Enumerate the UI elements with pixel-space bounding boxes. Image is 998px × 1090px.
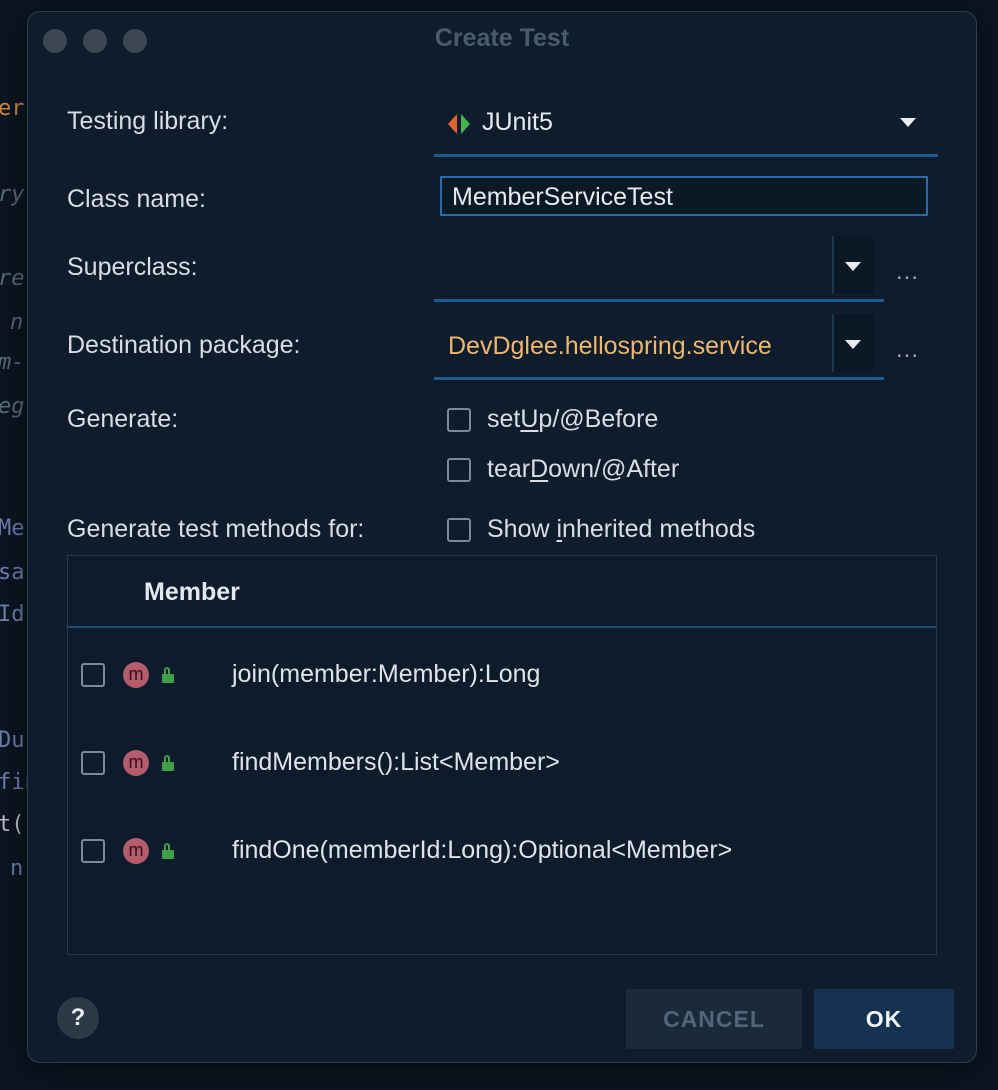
code-fragment: Id	[0, 602, 25, 627]
method-icon: m	[123, 750, 149, 776]
setup-label-part: set	[487, 405, 521, 433]
destination-package-label: Destination package:	[67, 331, 301, 359]
table-header: Member	[68, 556, 936, 628]
dialog-title: Create Test	[434, 24, 570, 52]
code-fragment: t(	[0, 812, 25, 837]
method-icon: m	[123, 838, 149, 864]
table-row[interactable]: m findMembers():List<Member>	[68, 718, 936, 806]
setup-label[interactable]: setUp/@Before	[487, 405, 658, 434]
superclass-combobox[interactable]	[434, 238, 832, 296]
teardown-label-part: tear	[487, 455, 531, 483]
setup-checkbox[interactable]	[447, 408, 471, 432]
testing-library-value: JUnit5	[482, 108, 553, 136]
public-lock-icon	[162, 667, 174, 683]
destination-browse-button[interactable]: ...	[896, 336, 919, 364]
method-signature: findOne(memberId:Long):Optional<Member>	[232, 836, 733, 864]
code-fragment: sa	[0, 560, 25, 585]
help-button[interactable]: ?	[57, 997, 99, 1039]
teardown-label-part: own/@After	[548, 455, 680, 483]
testing-library-label: Testing library:	[67, 107, 229, 135]
junit-icon	[448, 114, 470, 134]
focus-underline	[434, 154, 938, 157]
ok-button[interactable]: OK	[814, 989, 954, 1049]
show-inherited-label[interactable]: Show inherited methods	[487, 515, 755, 544]
method-checkbox[interactable]	[81, 663, 105, 687]
code-fragment: n	[10, 310, 24, 335]
code-fragment: n	[10, 856, 24, 881]
public-lock-icon	[162, 843, 174, 859]
member-table: Member m join(member:Member):Long m find…	[67, 555, 937, 955]
code-fragment: m-	[0, 350, 25, 375]
inherited-label-part: Show	[487, 515, 557, 543]
code-fragment: eg	[0, 394, 25, 419]
destination-dropdown-button[interactable]	[832, 314, 874, 372]
destination-package-value: DevDglee.hellospring.service	[448, 332, 772, 360]
inherited-label-part: nherited methods	[562, 515, 756, 543]
public-lock-icon	[162, 755, 174, 771]
superclass-underline	[434, 299, 884, 302]
chevron-down-icon	[845, 340, 861, 349]
superclass-browse-button[interactable]: ...	[896, 258, 919, 286]
code-fragment: er	[0, 96, 25, 121]
testing-library-dropdown[interactable]: JUnit5	[434, 92, 938, 158]
class-name-field[interactable]: MemberServiceTest	[440, 176, 928, 216]
teardown-mnemonic: D	[530, 455, 549, 483]
show-inherited-checkbox[interactable]	[447, 518, 471, 542]
setup-label-part: p/@Before	[538, 405, 659, 433]
code-fragment: re	[0, 266, 25, 291]
teardown-label[interactable]: tearDown/@After	[487, 455, 679, 484]
chevron-down-icon	[845, 262, 861, 271]
code-fragment: Me	[0, 516, 25, 541]
table-row[interactable]: m join(member:Member):Long	[68, 630, 936, 718]
table-row[interactable]: m findOne(memberId:Long):Optional<Member…	[68, 806, 936, 894]
method-checkbox[interactable]	[81, 839, 105, 863]
class-name-label: Class name:	[67, 185, 206, 213]
method-checkbox[interactable]	[81, 751, 105, 775]
method-signature: findMembers():List<Member>	[232, 748, 560, 776]
test-methods-label: Generate test methods for:	[67, 515, 365, 543]
method-signature: join(member:Member):Long	[232, 660, 541, 688]
create-test-dialog: Create Test Testing library: JUnit5 Clas…	[27, 11, 977, 1063]
destination-package-combobox[interactable]: DevDglee.hellospring.service	[434, 316, 832, 374]
code-fragment: ry	[0, 182, 25, 207]
cancel-button[interactable]: CANCEL	[626, 989, 802, 1049]
code-fragment: Du	[0, 728, 25, 753]
destination-underline	[434, 377, 884, 380]
member-column-header[interactable]: Member	[144, 578, 240, 607]
setup-mnemonic: U	[520, 405, 539, 433]
teardown-checkbox[interactable]	[447, 458, 471, 482]
chevron-down-icon	[900, 118, 916, 127]
superclass-label: Superclass:	[67, 253, 198, 281]
generate-label: Generate:	[67, 405, 179, 433]
method-icon: m	[123, 662, 149, 688]
superclass-dropdown-button[interactable]	[832, 236, 874, 294]
